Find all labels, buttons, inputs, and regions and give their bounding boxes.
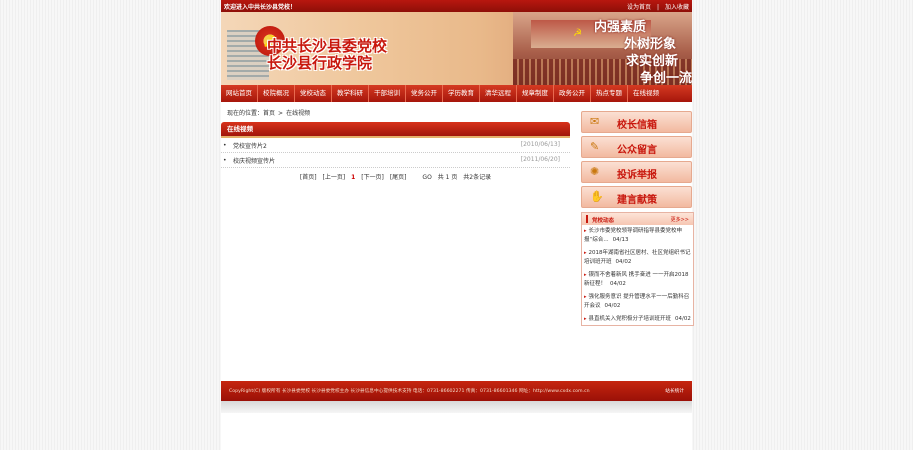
breadcrumb-current: 在线视频 <box>286 110 311 117</box>
news-title: 党校动态 <box>592 218 615 224</box>
sidebar: ✉ 校长信箱 ✎ 公众留言 ✺ 投诉举报 ✋ 建言献策 <box>581 108 692 211</box>
main-nav: 网站首页 校院概况 党校动态 教学科研 干部培训 党务公开 学历教育 清华远程 … <box>221 85 692 102</box>
news-item[interactable]: ▸ 2018年湖南省社区居村、社区党组织书记培训班开班 04/02 <box>582 249 693 267</box>
last-page-link[interactable]: [尾页] <box>390 174 407 181</box>
slogan: 争创一流 <box>640 71 692 85</box>
first-page-link[interactable]: [首页] <box>300 174 317 181</box>
news-item[interactable]: ▸ 强化服务意识 提升管理水平一一后勤科召开会议 04/02 <box>582 293 693 311</box>
nav-item-overview[interactable]: 校院概况 <box>258 85 295 102</box>
nav-item-gov-affairs[interactable]: 政务公开 <box>554 85 591 102</box>
suggestion-button[interactable]: ✋ 建言献策 <box>581 186 692 208</box>
more-link[interactable]: 更多>> <box>671 216 689 223</box>
complaint-report-button[interactable]: ✺ 投诉举报 <box>581 161 692 183</box>
hammer-sickle-icon: ☭ <box>573 28 582 39</box>
arrow-icon: ▸ <box>584 316 587 322</box>
principal-mailbox-button[interactable]: ✉ 校长信箱 <box>581 111 692 133</box>
news-list: ▸ 长沙市委党校领导调研指导县委党校申报“综合... 04/13 ▸ 2018年湖南省… <box>582 227 693 328</box>
item-date: [2010/06/13] <box>520 141 560 148</box>
bullet-icon: • <box>223 157 227 164</box>
breadcrumb-separator: > <box>278 110 284 117</box>
news-header: 党校动态 更多>> <box>582 213 693 225</box>
nav-item-tsinghua[interactable]: 清华远程 <box>480 85 517 102</box>
site-subtitle: 长沙县行政学院 <box>267 54 373 72</box>
top-links: 设为首页 | 加入收藏 <box>626 4 689 11</box>
total-records: 共2条记录 <box>463 174 492 181</box>
goto-button[interactable]: GO <box>422 174 431 181</box>
breadcrumb: 现在的位置：首页 > 在线视频 <box>227 108 310 117</box>
message-icon: ✎ <box>590 140 600 153</box>
content-panel: 在线视频 • 党校宣传片2 [2010/06/13] • 校庆视频宣传片 [20… <box>221 122 570 168</box>
arrow-icon: ▸ <box>584 228 587 234</box>
stats-link[interactable]: 站长统计 <box>665 388 684 394</box>
nav-item-news[interactable]: 党校动态 <box>295 85 332 102</box>
nav-item-rules[interactable]: 规章制度 <box>517 85 554 102</box>
news-item[interactable]: ▸ 县直机关入党积极分子培训班开班 04/02 <box>582 315 693 324</box>
nav-item-video[interactable]: 在线视频 <box>628 85 664 102</box>
nav-item-research[interactable]: 教学科研 <box>332 85 369 102</box>
arrow-icon: ▸ <box>584 294 587 300</box>
copyright-text: CopyRight(C) 版权所有 长沙县委党校 长沙县委党校主办 长沙县信息中… <box>229 389 590 394</box>
bullet-icon: • <box>223 142 227 149</box>
nav-item-party-affairs[interactable]: 党务公开 <box>406 85 443 102</box>
public-message-button[interactable]: ✎ 公众留言 <box>581 136 692 158</box>
list-item: • 校庆视频宣传片 [2011/06/20] <box>221 153 570 168</box>
nav-item-education[interactable]: 学历教育 <box>443 85 480 102</box>
school-news-box: 党校动态 更多>> ▸ 长沙市委党校领导调研指导县委党校申报“综合... 04/13… <box>581 212 694 326</box>
breadcrumb-prefix: 现在的位置： <box>227 110 264 117</box>
video-link[interactable]: 校庆视频宣传片 <box>233 156 275 165</box>
add-favorite-link[interactable]: 加入收藏 <box>665 4 689 11</box>
news-item[interactable]: ▸ 长沙市委党校领导调研指导县委党校申报“综合... 04/13 <box>582 227 693 245</box>
list-item: • 党校宣传片2 [2010/06/13] <box>221 138 570 153</box>
item-date: [2011/06/20] <box>520 156 560 163</box>
lightbulb-icon: ✺ <box>590 165 600 178</box>
top-bar: 欢迎进入中共长沙县党校！ 设为首页 | 加入收藏 <box>221 0 692 12</box>
pagination: [首页] [上一页] 1 [下一页] [尾页] GO 共 1 页 共2条记录 <box>221 172 570 181</box>
arrow-icon: ▸ <box>584 250 587 256</box>
nav-item-topics[interactable]: 热点专题 <box>591 85 628 102</box>
prev-page-link[interactable]: [上一页] <box>322 174 345 181</box>
section-title: 在线视频 <box>221 122 570 136</box>
total-pages: 共 1 页 <box>437 174 458 181</box>
current-page: 1 <box>351 174 356 181</box>
video-link[interactable]: 党校宣传片2 <box>233 141 267 150</box>
news-item[interactable]: ▸ 锲而不舍着新风 携手奋进 一一开启2018新征程！ 04/02 <box>582 271 693 289</box>
next-page-link[interactable]: [下一页] <box>361 174 384 181</box>
footer: CopyRight(C) 版权所有 长沙县委党校 长沙县委党校主办 长沙县信息中… <box>221 381 692 401</box>
hand-icon: ✋ <box>590 190 604 203</box>
nav-item-training[interactable]: 干部培训 <box>369 85 406 102</box>
breadcrumb-home[interactable]: 首页 <box>263 110 275 117</box>
nav-item-home[interactable]: 网站首页 <box>221 85 258 102</box>
welcome-text: 欢迎进入中共长沙县党校！ <box>224 4 297 11</box>
page-wrapper: 欢迎进入中共长沙县党校！ 设为首页 | 加入收藏 ☭ 中共长沙县委党校 长沙县行政学… <box>221 0 694 450</box>
arrow-icon: ▸ <box>584 272 587 278</box>
set-home-link[interactable]: 设为首页 <box>627 4 651 11</box>
header-banner: ☭ 中共长沙县委党校 长沙县行政学院 ☭ 内强素质 外树形象 求实创新 争创一流 <box>221 12 692 85</box>
footer-shadow <box>221 401 692 413</box>
mailbox-icon: ✉ <box>590 115 600 128</box>
